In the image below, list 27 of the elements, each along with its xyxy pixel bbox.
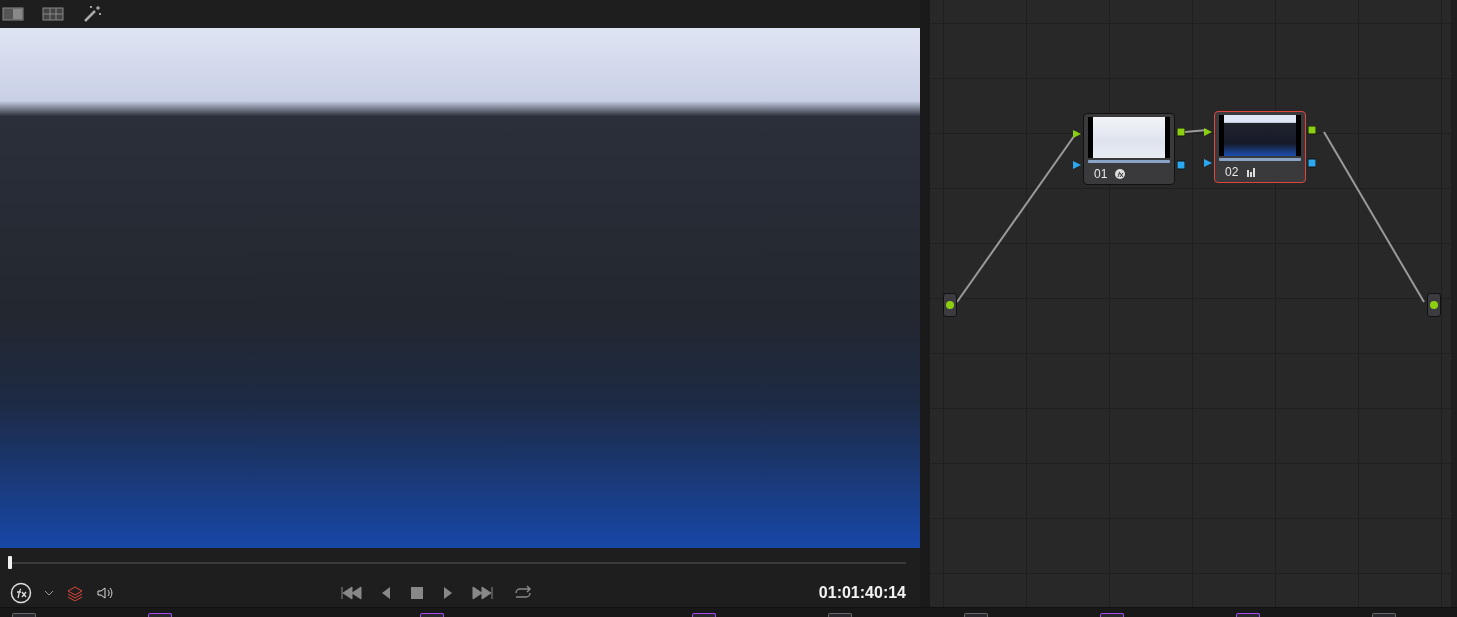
play-reverse-icon[interactable] xyxy=(380,585,392,600)
layers-icon[interactable] xyxy=(66,584,84,601)
play-icon[interactable] xyxy=(442,585,454,600)
split-view-icon[interactable] xyxy=(2,6,24,22)
skip-to-end-icon[interactable] xyxy=(472,585,494,600)
node-number: 02 xyxy=(1225,165,1239,179)
fx-icon xyxy=(1115,169,1126,179)
color-node[interactable]: 02 xyxy=(1214,111,1306,183)
grid-view-icon[interactable] xyxy=(42,6,64,22)
fx-icon[interactable] xyxy=(10,581,32,604)
output-ports-icon[interactable] xyxy=(1177,128,1185,170)
input-arrows-icon[interactable] xyxy=(1073,129,1081,169)
bars-icon xyxy=(1246,167,1257,177)
timecode: 01:01:40:14 xyxy=(818,583,906,602)
color-node[interactable]: 01 xyxy=(1083,113,1175,185)
stop-icon[interactable] xyxy=(410,585,424,600)
input-pin[interactable] xyxy=(943,293,957,317)
output-ports-icon[interactable] xyxy=(1308,126,1316,168)
input-arrows-icon[interactable] xyxy=(1204,127,1212,167)
skip-to-start-icon[interactable] xyxy=(340,585,362,600)
chevron-down-icon[interactable] xyxy=(44,588,54,597)
magic-wand-icon[interactable] xyxy=(82,5,102,23)
connector-line xyxy=(1185,129,1207,133)
loop-icon[interactable] xyxy=(512,584,534,601)
speaker-icon[interactable] xyxy=(96,584,114,601)
node-number: 01 xyxy=(1094,167,1108,181)
output-pin[interactable] xyxy=(1427,293,1441,317)
